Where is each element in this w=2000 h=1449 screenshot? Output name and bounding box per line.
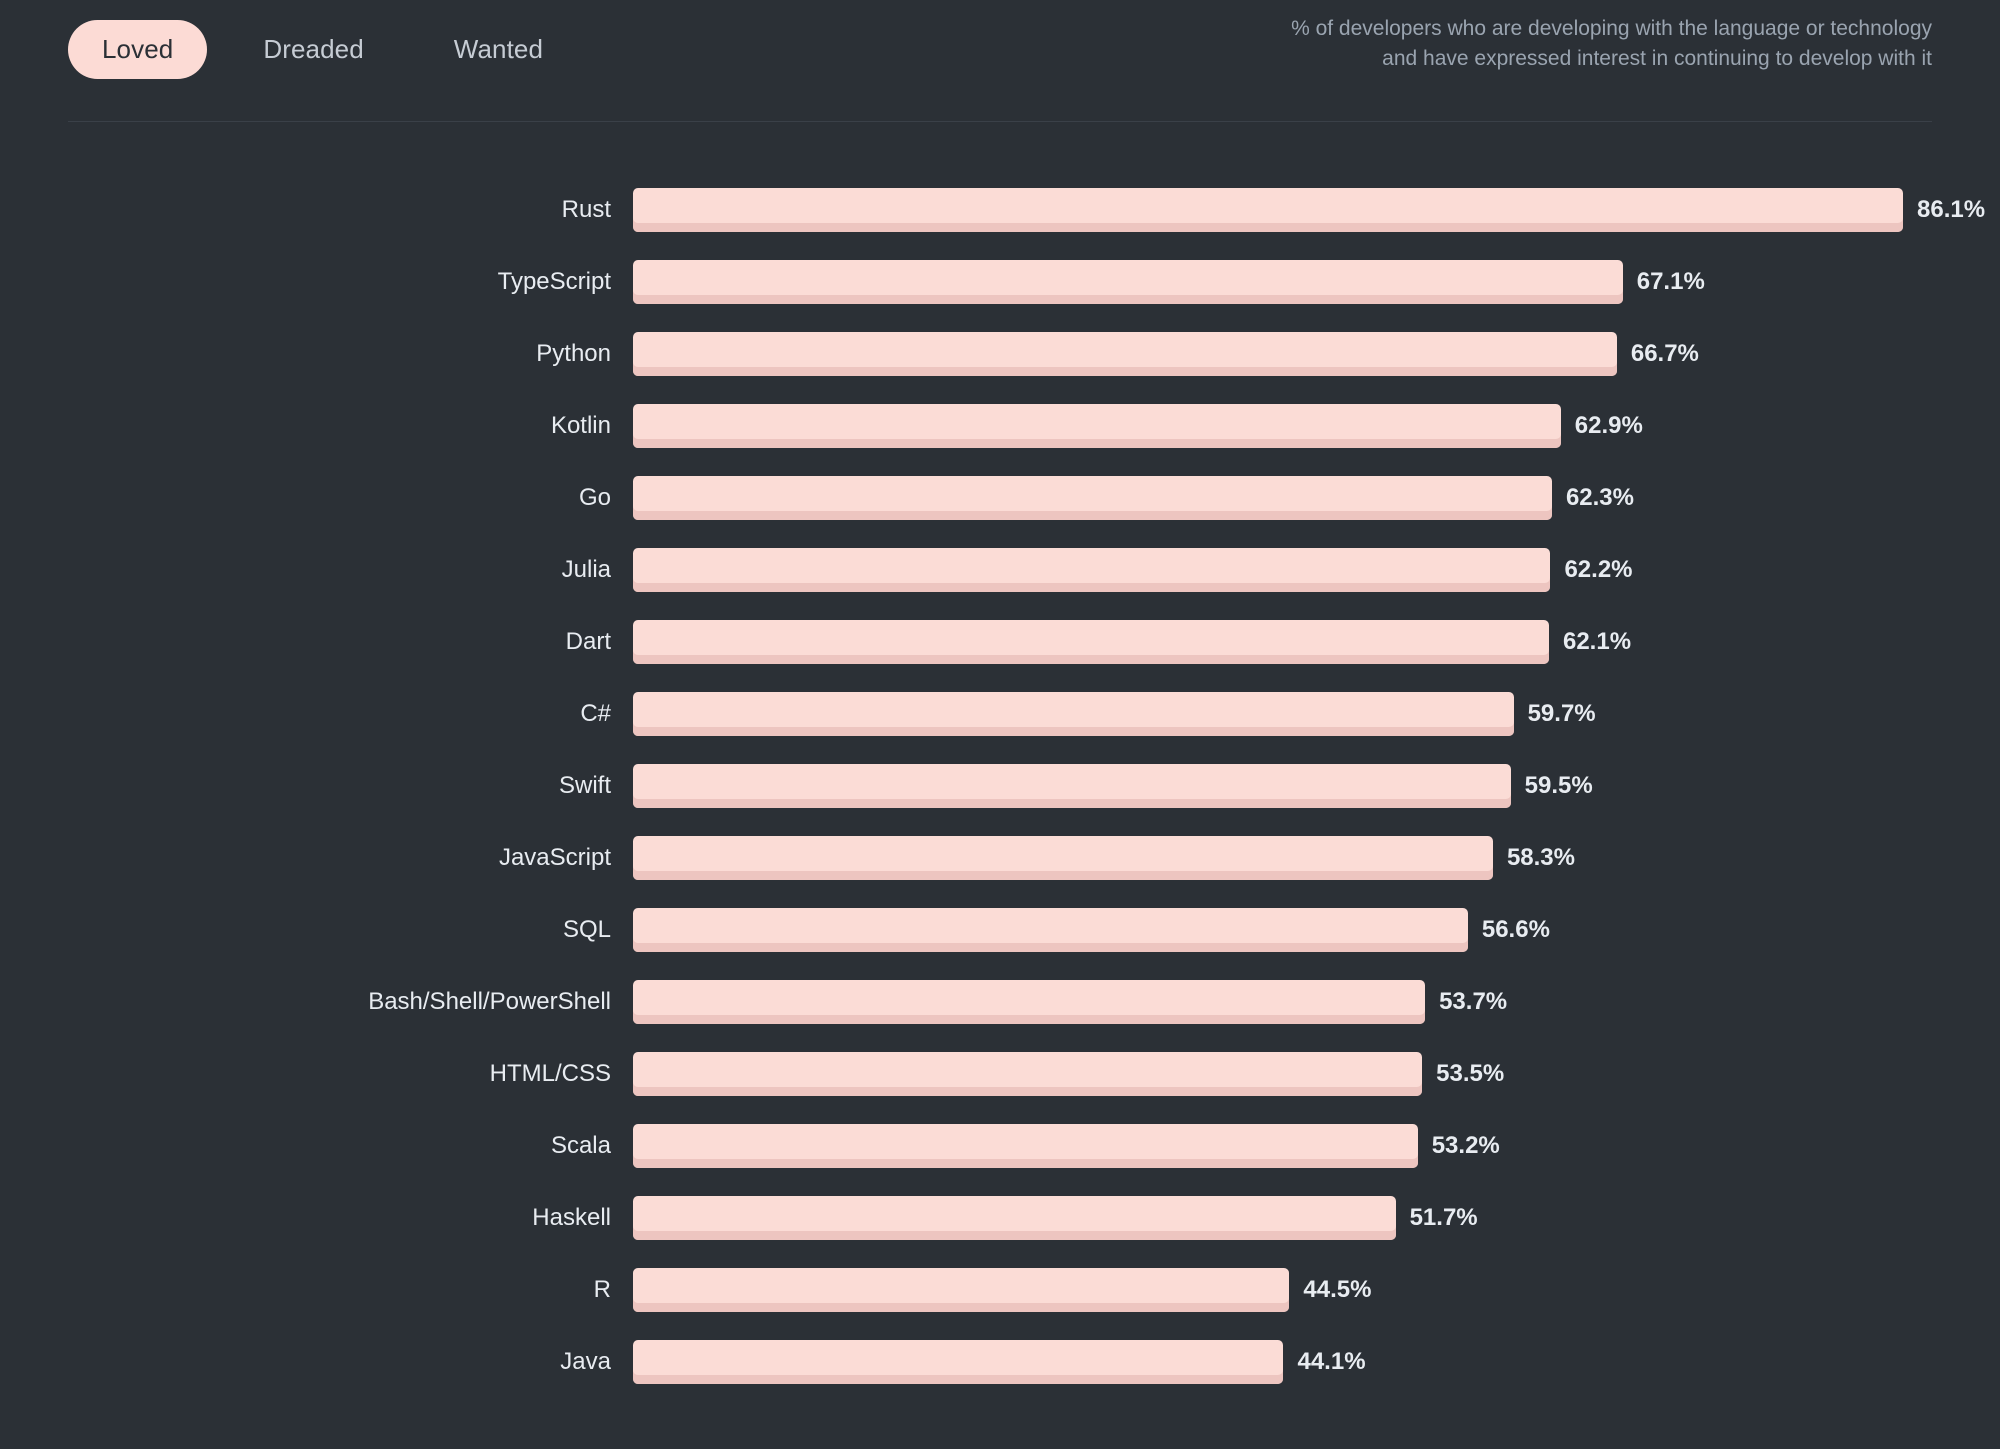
bar[interactable] [633,692,1514,736]
bar-zone: 62.1% [633,606,2000,678]
bar-category-label: Scala [0,1132,633,1160]
bar-value-label: 44.1% [1297,1348,1365,1376]
bar-category-label: TypeScript [0,268,633,296]
chart-row: TypeScript 67.1% [0,246,2000,318]
tab-bar: Loved Dreaded Wanted [68,0,577,79]
chart-row: Rust 86.1% [0,174,2000,246]
bar[interactable] [633,260,1623,304]
bar-category-label: SQL [0,916,633,944]
bar-chart: Rust 86.1% TypeScript 67.1% Python 66.7% Kotli… [0,122,2000,1398]
bar-value-label: 67.1% [1637,268,1705,296]
bar[interactable] [633,1124,1418,1168]
bar-category-label: Kotlin [0,412,633,440]
bar[interactable] [633,332,1617,376]
chart-row: R 44.5% [0,1254,2000,1326]
bar-zone: 59.7% [633,678,2000,750]
bar[interactable] [633,476,1552,520]
bar-category-label: Bash/Shell/PowerShell [0,988,633,1016]
chart-row: Python 66.7% [0,318,2000,390]
tab-wanted[interactable]: Wanted [420,20,577,79]
caption-line-1: % of developers who are developing with … [1291,14,1932,44]
bar-value-label: 62.2% [1564,556,1632,584]
chart-row: Java 44.1% [0,1326,2000,1398]
bar-value-label: 62.9% [1575,412,1643,440]
chart-row: Julia 62.2% [0,534,2000,606]
chart-row: HTML/CSS 53.5% [0,1038,2000,1110]
bar-value-label: 62.3% [1566,484,1634,512]
chart-page: Loved Dreaded Wanted % of developers who… [0,0,2000,1449]
bar-category-label: C# [0,700,633,728]
bar-value-label: 62.1% [1563,628,1631,656]
bar-value-label: 44.5% [1303,1276,1371,1304]
bar-zone: 51.7% [633,1182,2000,1254]
chart-row: Dart 62.1% [0,606,2000,678]
bar-zone: 59.5% [633,750,2000,822]
bar-category-label: Dart [0,628,633,656]
bar-value-label: 59.5% [1525,772,1593,800]
bar[interactable] [633,620,1549,664]
bar-category-label: Swift [0,772,633,800]
bar-zone: 58.3% [633,822,2000,894]
bar-category-label: JavaScript [0,844,633,872]
chart-row: Bash/Shell/PowerShell 53.7% [0,966,2000,1038]
bar[interactable] [633,1340,1283,1384]
bar-category-label: Haskell [0,1204,633,1232]
bar[interactable] [633,908,1468,952]
caption-line-2: and have expressed interest in continuin… [1291,44,1932,74]
bar-category-label: Julia [0,556,633,584]
bar-zone: 53.2% [633,1110,2000,1182]
bar[interactable] [633,836,1493,880]
bar-category-label: Rust [0,196,633,224]
bar-zone: 62.3% [633,462,2000,534]
bar-value-label: 56.6% [1482,916,1550,944]
bar[interactable] [633,1196,1396,1240]
bar-zone: 86.1% [633,174,2000,246]
bar-zone: 62.9% [633,390,2000,462]
bar-category-label: Python [0,340,633,368]
bar-zone: 44.1% [633,1326,2000,1398]
tab-dreaded[interactable]: Dreaded [229,20,397,79]
bar-zone: 53.7% [633,966,2000,1038]
chart-row: SQL 56.6% [0,894,2000,966]
bar-value-label: 53.7% [1439,988,1507,1016]
bar[interactable] [633,548,1550,592]
chart-row: Swift 59.5% [0,750,2000,822]
bar-zone: 67.1% [633,246,2000,318]
bar-zone: 62.2% [633,534,2000,606]
chart-row: Scala 53.2% [0,1110,2000,1182]
chart-row: Kotlin 62.9% [0,390,2000,462]
bar-value-label: 58.3% [1507,844,1575,872]
chart-header: Loved Dreaded Wanted % of developers who… [0,0,2000,122]
bar-zone: 66.7% [633,318,2000,390]
chart-row: Haskell 51.7% [0,1182,2000,1254]
tab-loved[interactable]: Loved [68,20,207,79]
bar-value-label: 66.7% [1631,340,1699,368]
bar-zone: 44.5% [633,1254,2000,1326]
chart-caption: % of developers who are developing with … [1291,0,1932,75]
bar-category-label: Java [0,1348,633,1376]
bar-value-label: 51.7% [1410,1204,1478,1232]
bar-category-label: Go [0,484,633,512]
bar-value-label: 86.1% [1917,196,1985,224]
bar-zone: 53.5% [633,1038,2000,1110]
bar-zone: 56.6% [633,894,2000,966]
bar[interactable] [633,1052,1422,1096]
bar[interactable] [633,764,1511,808]
chart-row: C# 59.7% [0,678,2000,750]
chart-row: JavaScript 58.3% [0,822,2000,894]
bar-value-label: 53.5% [1436,1060,1504,1088]
chart-row: Go 62.3% [0,462,2000,534]
bar-category-label: R [0,1276,633,1304]
bar[interactable] [633,1268,1289,1312]
bar[interactable] [633,188,1903,232]
bar[interactable] [633,980,1425,1024]
bar-category-label: HTML/CSS [0,1060,633,1088]
bar-value-label: 53.2% [1432,1132,1500,1160]
bar[interactable] [633,404,1561,448]
bar-value-label: 59.7% [1528,700,1596,728]
